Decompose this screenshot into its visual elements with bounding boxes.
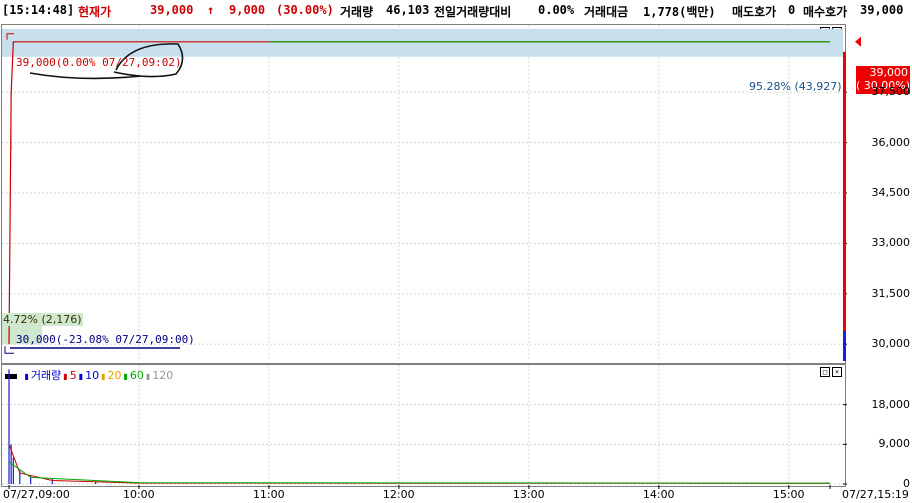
x-tick-label: 11:00 [252, 488, 285, 501]
low-price-annotation: 30,000(-23.08% 07/27,09:00) [16, 333, 195, 346]
band-top-label: 95.28% (43,927) [749, 80, 842, 93]
price-range-bar-up [843, 51, 846, 334]
volume-y-tick-label: 18,000 [871, 397, 911, 411]
x-tick-label: 13:00 [512, 488, 545, 501]
chart-canvas[interactable] [0, 0, 912, 503]
x-tick-label: 10:00 [122, 488, 155, 501]
volume-y-tick-label: 9,000 [878, 437, 911, 451]
x-tick-label: 15:00 [772, 488, 805, 501]
volume-ma-line [8, 461, 831, 484]
x-tick-label: 12:00 [382, 488, 415, 501]
current-price-marker-icon [855, 36, 861, 47]
x-tick-label: 07/27,15:19 [842, 488, 909, 501]
x-tick-label: 14:00 [642, 488, 675, 501]
price-y-tick-label: 30,000 [871, 337, 911, 351]
band-bottom-label: 4.72% (2,176) [2, 313, 83, 326]
volume-ma-line [8, 444, 831, 484]
high-price-annotation: 39,000(0.00% 07/27,09:02) [16, 56, 182, 69]
price-y-tick-label: 33,000 [871, 236, 911, 250]
price-y-tick-label: 31,500 [871, 286, 911, 300]
price-y-tick-label: 36,000 [871, 135, 911, 149]
price-y-tick-label: 37,500 [871, 85, 911, 99]
x-tick-label: 07/27,09:00 [3, 488, 70, 501]
volume-profile-band-top [2, 28, 843, 57]
price-range-bar-down [843, 331, 846, 361]
price-y-tick-label: 34,500 [871, 186, 911, 199]
current-price-tag-value: 39,000 [869, 66, 909, 79]
